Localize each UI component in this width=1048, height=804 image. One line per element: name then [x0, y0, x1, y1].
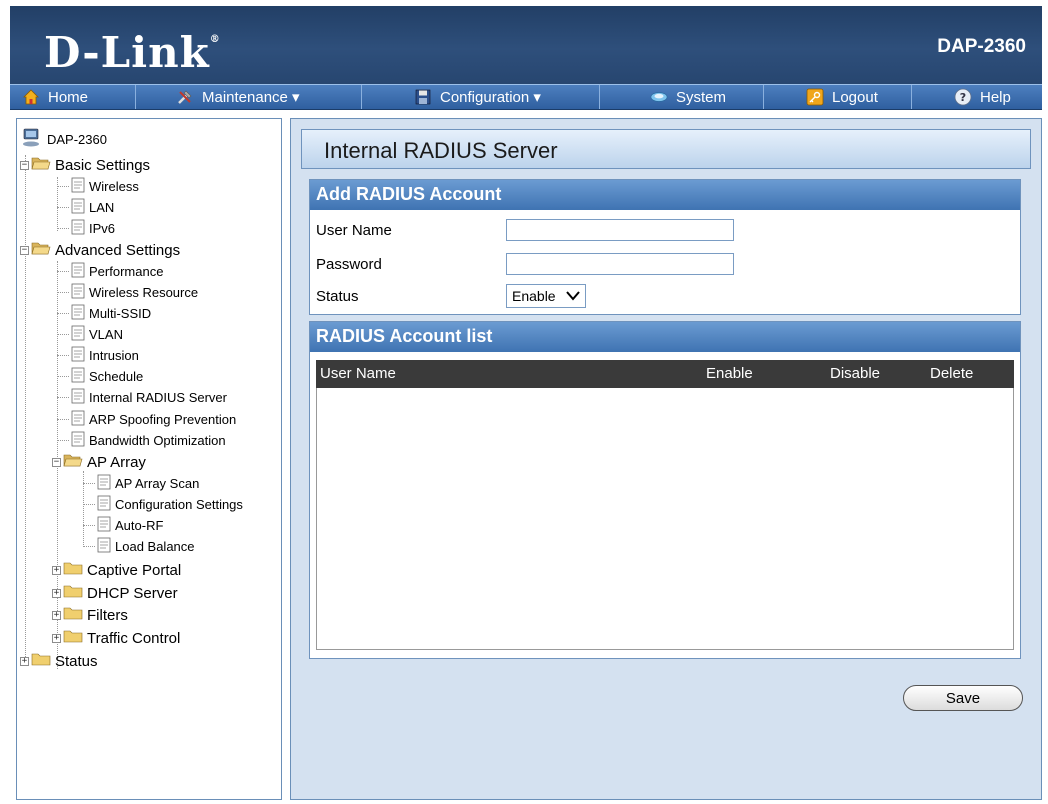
svg-text:?: ? [960, 91, 966, 104]
status-select[interactable]: Enable [506, 284, 586, 308]
tree-status[interactable]: + Status [20, 651, 98, 671]
brand-logo: D-Link® [44, 28, 221, 77]
header-banner: D-Link® DAP-2360 [10, 6, 1042, 84]
column-enable: Enable [706, 365, 753, 382]
menu-system[interactable]: System [600, 85, 764, 109]
menu-maintenance[interactable]: Maintenance ▾ [136, 85, 362, 109]
help-icon: ? [954, 88, 972, 106]
tree-ap-array[interactable]: − AP Array [52, 452, 146, 472]
page-icon [71, 262, 85, 281]
folder-icon [63, 560, 83, 580]
account-list-section: RADIUS Account list User Name Enable Dis… [309, 321, 1021, 659]
tree-item-wireless[interactable]: Wireless [57, 177, 139, 196]
column-user-name: User Name [320, 365, 396, 382]
tree-item-bandwidth-optimization[interactable]: Bandwidth Optimization [57, 431, 226, 450]
folder-icon [31, 651, 51, 671]
page-title: Internal RADIUS Server [324, 138, 558, 163]
content-panel: Internal RADIUS Server Add RADIUS Accoun… [290, 118, 1042, 800]
page-icon [71, 388, 85, 407]
menu-help[interactable]: ? Help [912, 85, 1042, 109]
collapse-icon[interactable]: − [20, 160, 29, 170]
menu-logout[interactable]: Logout [764, 85, 912, 109]
expand-icon[interactable]: + [52, 633, 61, 643]
expand-icon[interactable]: + [20, 656, 29, 666]
page-icon [71, 219, 85, 238]
page-icon [97, 516, 111, 535]
tree-item-arp-spoofing-prevention[interactable]: ARP Spoofing Prevention [57, 410, 236, 429]
system-icon [650, 88, 668, 106]
tree-root-device[interactable]: DAP-2360 [21, 127, 107, 152]
page-title-bar: Internal RADIUS Server [301, 129, 1031, 169]
folder-icon [63, 583, 83, 603]
column-delete: Delete [930, 365, 974, 382]
page-icon [71, 367, 85, 386]
tree-item-vlan[interactable]: VLAN [57, 325, 123, 344]
password-input[interactable] [506, 253, 734, 275]
folder-open-icon [31, 155, 51, 175]
tree-item-intrusion[interactable]: Intrusion [57, 346, 139, 365]
menu-configuration[interactable]: Configuration ▾ [362, 85, 600, 109]
add-account-section: Add RADIUS Account User Name Password St… [309, 179, 1021, 315]
tree-item-auto-rf[interactable]: Auto-RF [83, 516, 163, 535]
tree-basic-settings[interactable]: − Basic Settings [20, 155, 150, 175]
page-icon [71, 177, 85, 196]
menu-home[interactable]: Home [10, 85, 136, 109]
save-icon [414, 88, 432, 106]
user-name-input[interactable] [506, 219, 734, 241]
account-list-header: User Name Enable Disable Delete [316, 360, 1014, 388]
column-disable: Disable [830, 365, 881, 382]
tree-item-ipv6[interactable]: IPv6 [57, 219, 115, 238]
page-icon [71, 431, 85, 450]
tree-item-wireless-resource[interactable]: Wireless Resource [57, 283, 198, 302]
collapse-icon[interactable]: − [20, 245, 29, 255]
user-name-label: User Name [316, 222, 392, 239]
computer-icon [21, 127, 43, 152]
expand-icon[interactable]: + [52, 565, 61, 575]
tree-advanced-settings[interactable]: − Advanced Settings [20, 240, 180, 260]
page-icon [71, 410, 85, 429]
page-icon [71, 283, 85, 302]
folder-icon [63, 605, 83, 625]
tree-item-ap-array-scan[interactable]: AP Array Scan [83, 474, 199, 493]
save-button[interactable]: Save [903, 685, 1023, 711]
section-title: Add RADIUS Account [310, 180, 1020, 210]
page-icon [71, 346, 85, 365]
status-label: Status [316, 288, 359, 305]
tree-captive-portal[interactable]: + Captive Portal [52, 560, 181, 580]
page-icon [97, 474, 111, 493]
page-icon [71, 198, 85, 217]
tree-item-performance[interactable]: Performance [57, 262, 163, 281]
collapse-icon[interactable]: − [52, 457, 61, 467]
top-menu-bar: Home Maintenance ▾ Configuration ▾ Syste… [10, 84, 1042, 110]
page-icon [71, 325, 85, 344]
home-icon [22, 88, 40, 106]
expand-icon[interactable]: + [52, 610, 61, 620]
tree-traffic-control[interactable]: + Traffic Control [52, 628, 180, 648]
page-icon [97, 537, 111, 556]
tree-guide-line [25, 155, 26, 663]
tree-item-configuration-settings[interactable]: Configuration Settings [83, 495, 243, 514]
expand-icon[interactable]: + [52, 588, 61, 598]
account-list-body [316, 388, 1014, 650]
tree-item-schedule[interactable]: Schedule [57, 367, 143, 386]
section-title: RADIUS Account list [310, 322, 1020, 352]
model-name: DAP-2360 [937, 36, 1026, 57]
tree-item-load-balance[interactable]: Load Balance [83, 537, 195, 556]
page-icon [97, 495, 111, 514]
folder-icon [63, 628, 83, 648]
navigation-tree: DAP-2360 − Basic Settings Wireless LAN I… [16, 118, 282, 800]
folder-open-icon [31, 240, 51, 260]
tree-item-multi-ssid[interactable]: Multi-SSID [57, 304, 151, 323]
tools-icon [176, 88, 194, 106]
key-icon [806, 88, 824, 106]
page-icon [71, 304, 85, 323]
chevron-down-icon [566, 288, 580, 304]
tree-item-internal-radius-server[interactable]: Internal RADIUS Server [57, 388, 227, 407]
tree-item-lan[interactable]: LAN [57, 198, 114, 217]
password-label: Password [316, 256, 382, 273]
folder-open-icon [63, 452, 83, 472]
tree-filters[interactable]: + Filters [52, 605, 128, 625]
tree-dhcp-server[interactable]: + DHCP Server [52, 583, 178, 603]
